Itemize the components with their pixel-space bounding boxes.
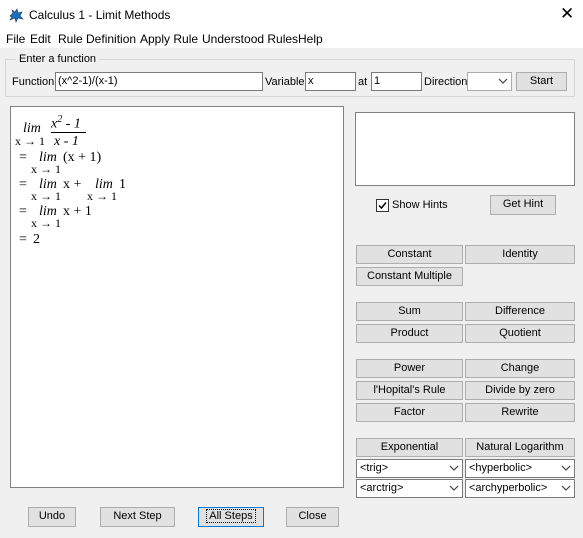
constant-rule-button[interactable]: Constant: [356, 245, 463, 264]
app-icon: [9, 8, 24, 23]
checkmark-icon: [378, 202, 387, 210]
menu-rule-definition[interactable]: Rule Definition: [58, 32, 136, 46]
direction-label: Direction: [424, 76, 468, 88]
trig-select[interactable]: <trig>: [356, 459, 463, 478]
expression-step2a: x +: [63, 177, 82, 192]
fraction-denominator: x - 1: [54, 134, 79, 149]
close-icon[interactable]: ✕: [560, 4, 574, 24]
expression-step3: x + 1: [63, 204, 92, 219]
archyperbolic-select[interactable]: <archyperbolic>: [465, 479, 575, 498]
fraction-numerator: x2 - 1: [51, 114, 81, 132]
menu-file[interactable]: File: [6, 32, 25, 46]
result-value: 2: [33, 232, 40, 247]
expression-step2b: 1: [119, 177, 126, 192]
menu-understood-rules[interactable]: Understood Rules: [202, 32, 298, 46]
factor-rule-button[interactable]: Factor: [356, 403, 463, 422]
get-hint-button[interactable]: Get Hint: [490, 195, 556, 215]
exponential-rule-button[interactable]: Exponential: [356, 438, 463, 457]
function-group-title: Enter a function: [16, 53, 100, 65]
chevron-down-icon: [449, 485, 459, 491]
chevron-down-icon: [449, 465, 459, 471]
lhopital-rule-button[interactable]: l'Hopital's Rule: [356, 381, 463, 400]
menu-edit[interactable]: Edit: [30, 32, 51, 46]
menu-apply-rule[interactable]: Apply Rule: [140, 32, 198, 46]
identity-rule-button[interactable]: Identity: [465, 245, 575, 264]
equals-sign: =: [19, 177, 27, 192]
variable-input[interactable]: x: [305, 72, 356, 91]
show-hints-label[interactable]: Show Hints: [392, 199, 448, 211]
hyperbolic-select[interactable]: <hyperbolic>: [465, 459, 575, 478]
lim-subscript: x → 1: [31, 216, 61, 230]
chevron-down-icon: [561, 485, 571, 491]
menu-bar: File Edit Rule Definition Apply Rule Und…: [0, 30, 583, 48]
difference-rule-button[interactable]: Difference: [465, 302, 575, 321]
fraction-bar: [51, 132, 86, 133]
function-label: Function: [12, 76, 55, 88]
at-label: at: [358, 76, 368, 88]
lim-subscript: x → 1: [31, 162, 61, 176]
chevron-down-icon: [498, 78, 508, 84]
close-button[interactable]: Close: [286, 507, 339, 527]
rewrite-rule-button[interactable]: Rewrite: [465, 403, 575, 422]
menu-help[interactable]: Help: [298, 32, 323, 46]
lim-subscript: x → 1: [31, 189, 61, 203]
lim-subscript: x → 1: [15, 134, 45, 148]
equals-sign: =: [19, 150, 27, 165]
lim-subscript: x → 1: [87, 189, 117, 203]
all-steps-button[interactable]: All Steps: [198, 507, 264, 527]
at-input[interactable]: 1: [371, 72, 422, 91]
title-bar: Calculus 1 - Limit Methods ✕: [0, 0, 583, 30]
undo-button[interactable]: Undo: [28, 507, 76, 527]
divide-by-zero-rule-button[interactable]: Divide by zero: [465, 381, 575, 400]
derivation-pane: lim x → 1 x2 - 1 x - 1 = lim x → 1 (x + …: [10, 106, 344, 488]
constant-multiple-rule-button[interactable]: Constant Multiple: [356, 267, 463, 286]
hint-display: [355, 112, 575, 186]
chevron-down-icon: [561, 465, 571, 471]
equals-sign: =: [19, 204, 27, 219]
quotient-rule-button[interactable]: Quotient: [465, 324, 575, 343]
natural-log-rule-button[interactable]: Natural Logarithm: [465, 438, 575, 457]
change-rule-button[interactable]: Change: [465, 359, 575, 378]
window-title: Calculus 1 - Limit Methods: [29, 8, 171, 22]
next-step-button[interactable]: Next Step: [100, 507, 175, 527]
arctrig-select[interactable]: <arctrig>: [356, 479, 463, 498]
start-button[interactable]: Start: [516, 72, 567, 91]
sum-rule-button[interactable]: Sum: [356, 302, 463, 321]
product-rule-button[interactable]: Product: [356, 324, 463, 343]
power-rule-button[interactable]: Power: [356, 359, 463, 378]
function-input[interactable]: (x^2-1)/(x-1): [55, 72, 263, 91]
direction-dropdown[interactable]: [467, 72, 512, 91]
variable-label: Variable: [265, 76, 305, 88]
equals-sign: =: [19, 232, 27, 247]
expression-step1: (x + 1): [63, 150, 102, 165]
show-hints-checkbox[interactable]: [376, 199, 389, 212]
